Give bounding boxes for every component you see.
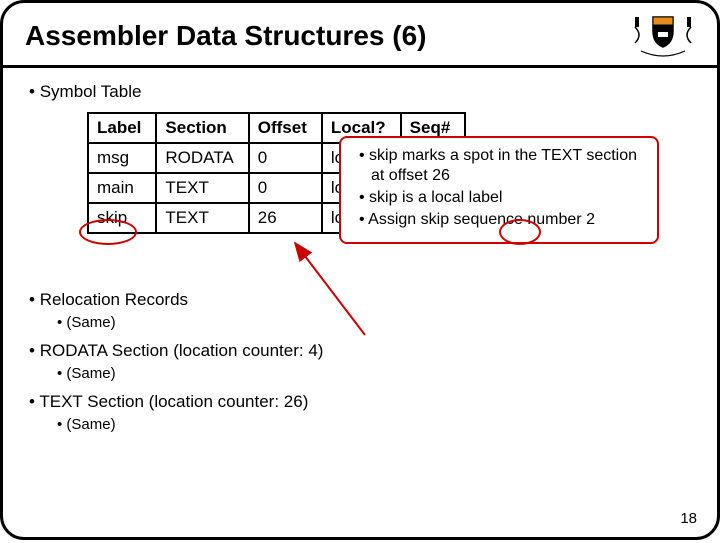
title-bar: Assembler Data Structures (6) xyxy=(3,3,717,68)
slide-frame: Assembler Data Structures (6) Symbol Tab… xyxy=(0,0,720,540)
bullet-same: (Same) xyxy=(57,365,691,382)
bullet-text-section: TEXT Section (location counter: 26) (Sam… xyxy=(29,392,691,433)
th-label: Label xyxy=(88,113,156,143)
bullet-symbol-table: Symbol Table xyxy=(29,82,691,102)
callout-line: skip is a local label xyxy=(359,188,647,208)
bullet-relocation: Relocation Records (Same) xyxy=(29,290,691,331)
callout-box: skip marks a spot in the TEXT section at… xyxy=(339,136,659,244)
bullet-rodata-section: RODATA Section (location counter: 4) (Sa… xyxy=(29,341,691,382)
callout-line: Assign skip sequence number 2 xyxy=(359,210,647,230)
bullet-same: (Same) xyxy=(57,314,691,331)
princeton-crest-icon xyxy=(631,11,695,61)
bullet-same: (Same) xyxy=(57,416,691,433)
th-offset: Offset xyxy=(249,113,322,143)
slide-body: Symbol Table Label Section Offset Local?… xyxy=(3,68,717,455)
th-section: Section xyxy=(156,113,248,143)
slide-title: Assembler Data Structures (6) xyxy=(25,20,631,52)
callout-line: skip marks a spot in the TEXT section at… xyxy=(359,146,647,186)
page-number: 18 xyxy=(680,510,697,527)
